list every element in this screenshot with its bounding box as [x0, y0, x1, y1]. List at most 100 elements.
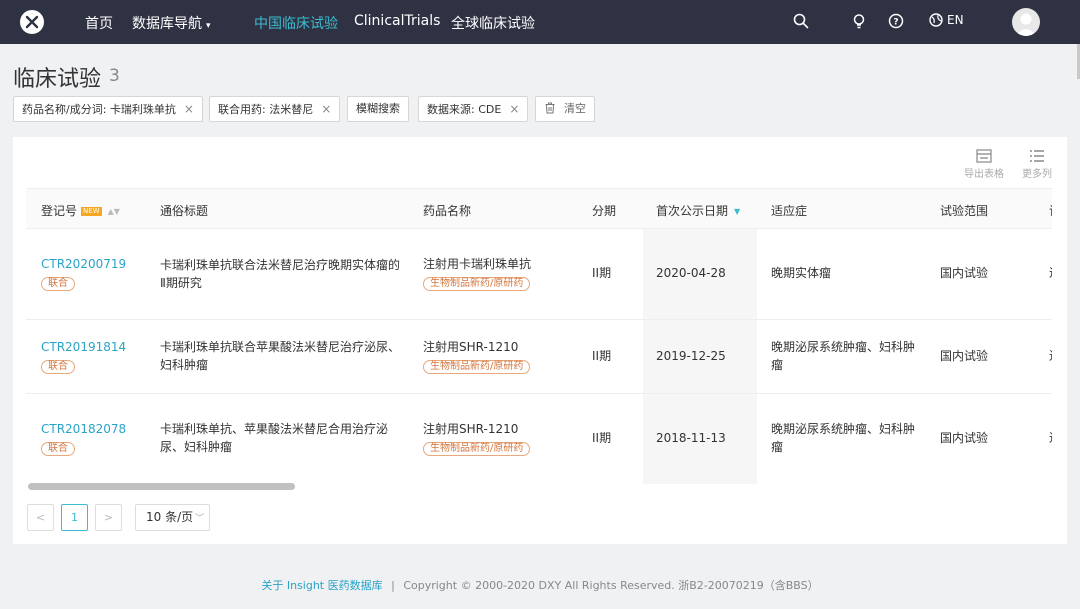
page-1-button[interactable]: 1: [61, 504, 88, 531]
date-cell: 2020-04-28: [656, 266, 726, 280]
next-page-button[interactable]: >: [95, 504, 122, 531]
footer-separator: |: [391, 579, 395, 592]
help-icon[interactable]: ?: [888, 13, 906, 31]
filter-chip-label: 联合用药: 法米替尼: [218, 103, 314, 116]
clear-filters-button[interactable]: 清空: [535, 96, 595, 122]
col-drug-name: 药品名称: [423, 204, 472, 218]
svg-text:?: ?: [893, 18, 898, 28]
filter-chip-combination[interactable]: 联合用药: 法米替尼 ×: [209, 96, 341, 122]
phase-cell: II期: [592, 266, 612, 280]
filter-chip-label: 药品名称/成分词: 卡瑞利珠单抗: [22, 103, 176, 116]
title-cell[interactable]: 卡瑞利珠单抗联合法米替尼治疗晚期实体瘤的Ⅱ期研究: [160, 256, 405, 292]
trash-icon: [545, 102, 555, 114]
col-phase: 分期: [592, 204, 617, 218]
scope-cell: 国内试验: [940, 266, 989, 280]
more-columns-label: 更多列: [1022, 169, 1052, 180]
col-status: 试: [1049, 202, 1052, 219]
col-first-date[interactable]: 首次公示日期 ▼: [656, 202, 740, 219]
avatar[interactable]: [1012, 8, 1040, 36]
col-reg-no[interactable]: 登记号 NEW ▲▼: [41, 202, 120, 219]
trials-table: 登记号NEW ▲▼ 通俗标题 药品名称 分期 首次公示日期 ▼ 适应症 试验范围 试…: [26, 188, 1052, 484]
footer: 关于 Insight 医药数据库 | Copyright © 2000-2020…: [0, 577, 1080, 593]
nav-global-trials[interactable]: 全球临床试验: [451, 13, 535, 33]
about-link[interactable]: 关于 Insight 医药数据库: [261, 579, 382, 592]
search-icon[interactable]: [793, 13, 811, 31]
drug-type-tag: 生物制品新药/原研药: [423, 442, 531, 456]
table-row[interactable]: CTR20200719 联合 卡瑞利珠单抗联合法米替尼治疗晚期实体瘤的Ⅱ期研究 注…: [26, 229, 1052, 320]
export-icon: [976, 149, 992, 163]
reg-no-cell: CTR20200719 联合: [41, 255, 126, 291]
reg-no-link[interactable]: CTR20191814: [41, 340, 126, 354]
close-icon[interactable]: ×: [509, 102, 519, 116]
clear-filters-label: 清空: [564, 102, 586, 115]
combination-tag: 联合: [41, 277, 75, 291]
combination-tag: 联合: [41, 360, 75, 374]
drug-name: 注射用SHR-1210: [423, 340, 519, 354]
chevron-down-icon: ﹀: [195, 514, 205, 524]
drug-name: 注射用SHR-1210: [423, 422, 519, 436]
lightbulb-icon[interactable]: [851, 13, 869, 31]
new-badge: NEW: [81, 207, 102, 216]
filter-chip-label: 数据来源: CDE: [427, 103, 502, 116]
prev-page-button[interactable]: <: [27, 504, 54, 531]
indication-cell: 晚期泌尿系统肿瘤、妇科肿瘤: [771, 340, 916, 372]
export-table-label: 导出表格: [964, 169, 1004, 180]
col-first-date-label: 首次公示日期: [656, 204, 729, 218]
combination-tag: 联合: [41, 442, 75, 456]
status-cell: 进: [1049, 429, 1052, 447]
drug-cell: 注射用卡瑞利珠单抗 生物制品新药/原研药: [423, 255, 531, 291]
drug-cell: 注射用SHR-1210 生物制品新药/原研药: [423, 338, 531, 374]
page-size-value: 10 条/页: [146, 510, 194, 524]
col-indication: 适应症: [771, 204, 808, 218]
nav-clinicaltrials[interactable]: ClinicalTrials: [354, 13, 440, 29]
indication-cell: 晚期泌尿系统肿瘤、妇科肿瘤: [771, 422, 916, 454]
more-columns-button[interactable]: 更多列: [1022, 149, 1052, 180]
table-row[interactable]: CTR20182078 联合 卡瑞利珠单抗、苹果酸法米替尼合用治疗泌尿、妇科肿瘤 …: [26, 394, 1052, 484]
drug-cell: 注射用SHR-1210 生物制品新药/原研药: [423, 420, 531, 456]
export-table-button[interactable]: 导出表格: [964, 149, 1004, 180]
list-icon: [1030, 150, 1044, 162]
drug-name: 注射用卡瑞利珠单抗: [423, 257, 532, 271]
reg-no-link[interactable]: CTR20200719: [41, 257, 126, 271]
reg-no-link[interactable]: CTR20182078: [41, 422, 126, 436]
col-title: 通俗标题: [160, 204, 209, 218]
language-switch[interactable]: EN: [929, 13, 964, 27]
indication-cell: 晚期实体瘤: [771, 266, 832, 280]
status-cell: 进: [1049, 347, 1052, 365]
scope-cell: 国内试验: [940, 349, 989, 363]
date-cell: 2018-11-13: [656, 431, 726, 445]
reg-no-cell: CTR20191814 联合: [41, 338, 126, 374]
reg-no-cell: CTR20182078 联合: [41, 420, 126, 456]
table-header: 登记号NEW ▲▼ 通俗标题 药品名称 分期 首次公示日期 ▼ 适应症 试验范围 试: [26, 189, 1052, 229]
copyright-text: Copyright © 2000-2020 DXY All Rights Res…: [403, 579, 819, 592]
close-icon[interactable]: ×: [184, 102, 194, 116]
col-scope: 试验范围: [940, 204, 989, 218]
filter-chip-label: 模糊搜索: [356, 102, 400, 115]
filter-chip-data-source[interactable]: 数据来源: CDE ×: [418, 96, 529, 122]
dxy-logo-icon[interactable]: [20, 10, 44, 34]
horizontal-scrollbar-thumb[interactable]: [28, 483, 295, 490]
language-label: EN: [947, 13, 964, 27]
globe-icon: [929, 13, 943, 27]
title-cell[interactable]: 卡瑞利珠单抗、苹果酸法米替尼合用治疗泌尿、妇科肿瘤: [160, 420, 405, 456]
chevron-down-icon: ▾: [206, 21, 211, 31]
nav-database-menu[interactable]: 数据库导航 ▾: [132, 13, 211, 33]
sort-icon[interactable]: ▲▼: [108, 207, 120, 216]
date-cell: 2019-12-25: [656, 349, 726, 363]
page-size-select[interactable]: 10 条/页 ﹀: [135, 504, 210, 531]
close-icon[interactable]: ×: [321, 102, 331, 116]
title-cell[interactable]: 卡瑞利珠单抗联合苹果酸法米替尼治疗泌尿、妇科肿瘤: [160, 338, 405, 374]
status-cell: 进: [1049, 264, 1052, 282]
nav-china-trials[interactable]: 中国临床试验: [254, 13, 338, 33]
sort-icon[interactable]: ▼: [734, 207, 740, 216]
scope-cell: 国内试验: [940, 431, 989, 445]
drug-type-tag: 生物制品新药/原研药: [423, 360, 531, 374]
filter-chip-fuzzy-search[interactable]: 模糊搜索: [347, 96, 409, 122]
phase-cell: II期: [592, 349, 612, 363]
results-panel: 导出表格 更多列 登记号 NEW ▲▼ 通俗标题 药品名称 分期 首次公示日期 ▼ 适…: [13, 137, 1067, 544]
table-row[interactable]: CTR20191814 联合 卡瑞利珠单抗联合苹果酸法米替尼治疗泌尿、妇科肿瘤 注…: [26, 320, 1052, 394]
drug-type-tag: 生物制品新药/原研药: [423, 277, 531, 291]
top-nav-bar: 首页 数据库导航 ▾ 中国临床试验 ClinicalTrials 全球临床试验 ?…: [0, 0, 1080, 44]
nav-home[interactable]: 首页: [85, 13, 113, 33]
filter-chip-drug-name[interactable]: 药品名称/成分词: 卡瑞利珠单抗 ×: [13, 96, 203, 122]
